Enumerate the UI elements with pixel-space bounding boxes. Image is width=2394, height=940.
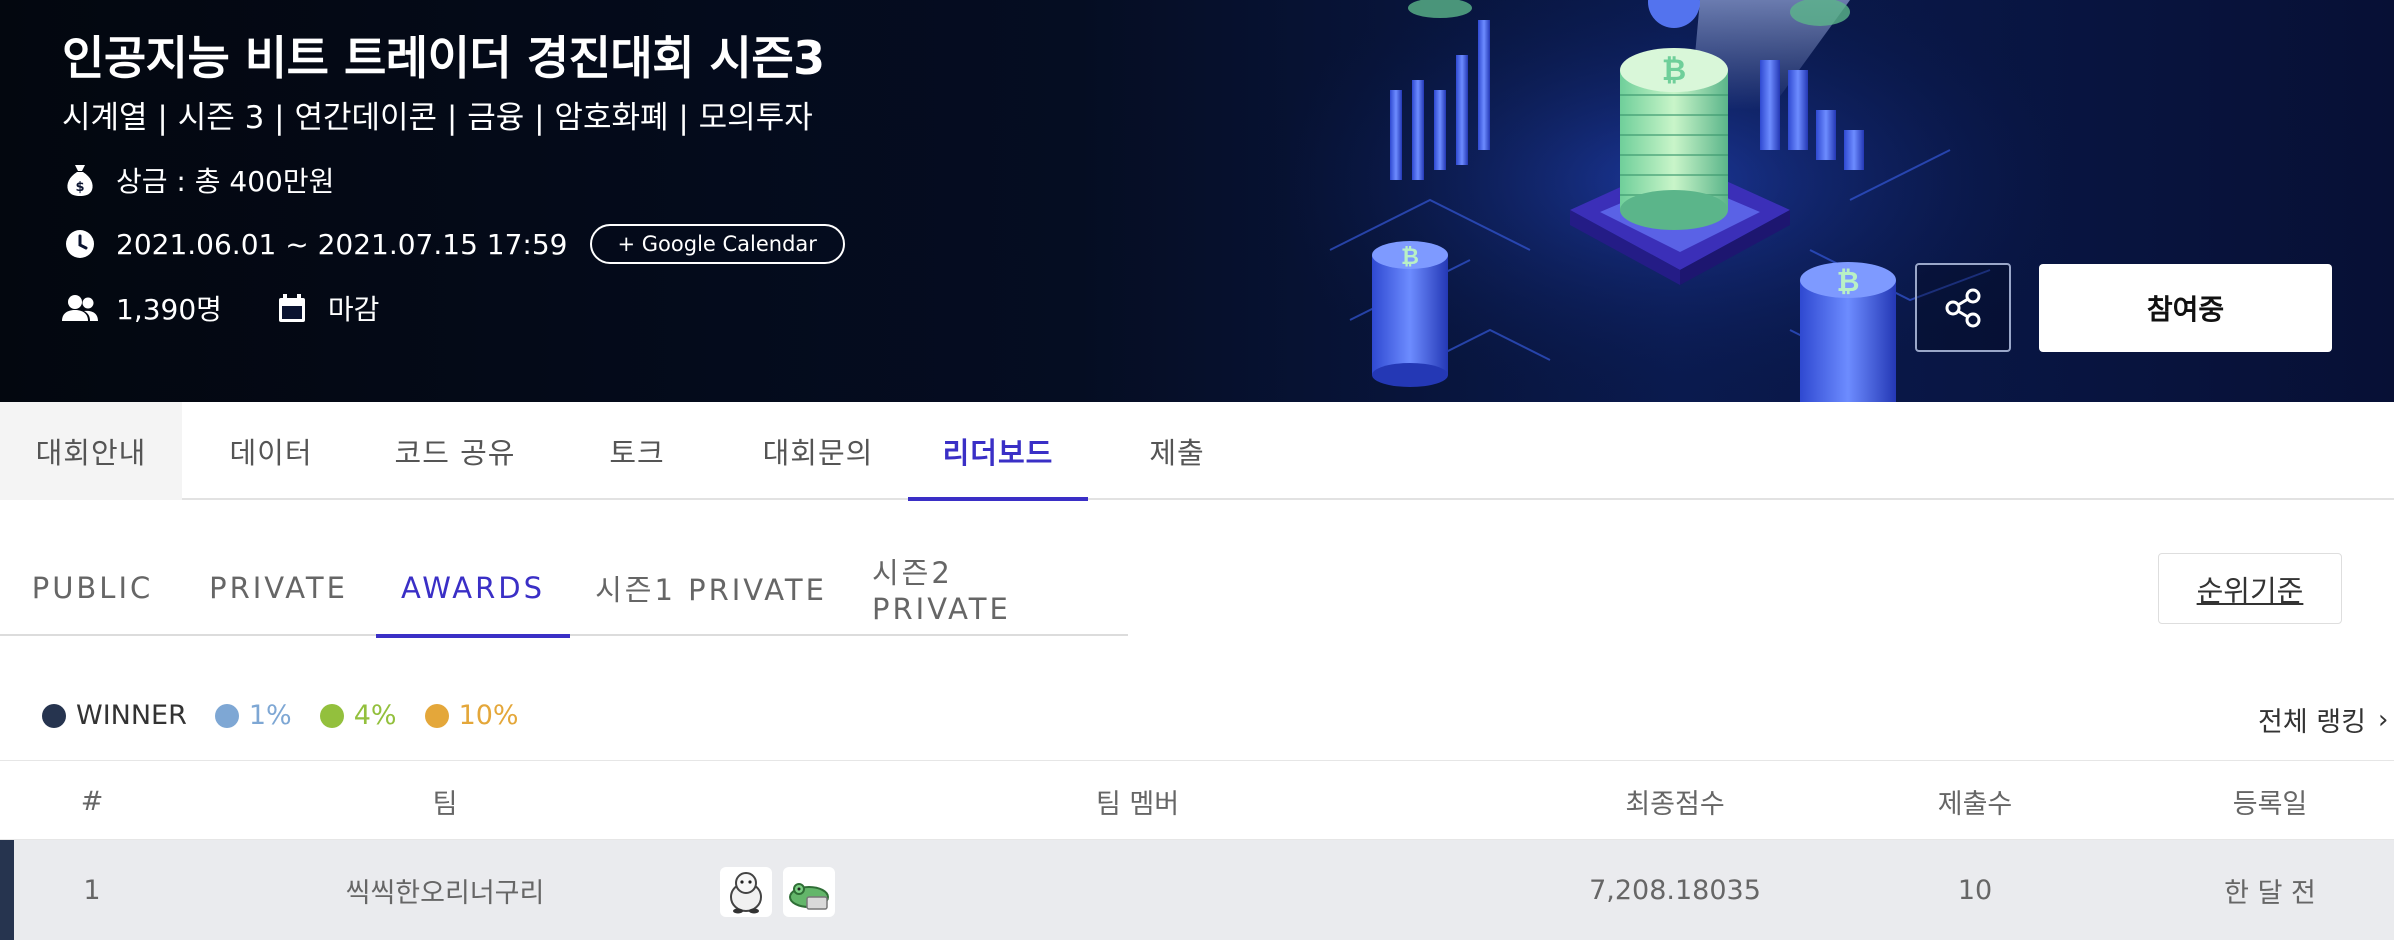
column-members: 팀 멤버 — [1095, 788, 1180, 820]
competition-status: 마감 — [327, 293, 380, 326]
svg-text:$: $ — [75, 180, 84, 195]
tab-awards[interactable]: AWARDS — [376, 540, 570, 638]
people-icon — [62, 290, 98, 326]
google-calendar-button[interactable]: + Google Calendar — [589, 224, 845, 264]
calendar-icon — [274, 290, 310, 326]
column-final-score: 최종점수 — [1625, 788, 1725, 820]
leaderboard-tabs: PUBLIC PRIVATE AWARDS 시즌1 PRIVATE 시즌2 PR… — [0, 540, 1128, 638]
competition-tabs: 대회안내 데이터 코드 공유 토크 대회문의 리더보드 제출 — [0, 402, 2394, 501]
legend-dot-winner — [42, 703, 66, 728]
column-submissions: 제출수 — [1937, 788, 2013, 820]
chevron-right-icon: › — [2377, 704, 2389, 735]
legend-label: 1% — [248, 700, 292, 731]
avatar[interactable] — [720, 867, 772, 917]
legend-1-percent: 1% — [214, 700, 292, 731]
tab-talk[interactable]: 토크 — [570, 402, 704, 500]
winner-marker — [0, 840, 14, 940]
tab-leaderboard[interactable]: 리더보드 — [908, 402, 1088, 501]
row-final-score: 7,208.18035 — [1589, 874, 1761, 906]
full-ranking-label: 전체 랭킹 — [2258, 707, 2366, 738]
legend-label: 10% — [458, 700, 519, 731]
full-ranking-link[interactable]: 전체 랭킹 › — [2258, 700, 2388, 739]
rank-basis-button[interactable]: 순위기준 — [2158, 553, 2342, 624]
tab-season1-private[interactable]: 시즌1 PRIVATE — [592, 540, 830, 636]
clock-icon — [62, 226, 98, 262]
svg-text:₿: ₿ — [1837, 265, 1860, 298]
tab-public[interactable]: PUBLIC — [20, 540, 165, 636]
period-text: 2021.06.01 ~ 2021.07.15 17:59 — [116, 227, 568, 261]
status-info: 마감 — [274, 288, 380, 328]
prize-info: $ 상금 : 총 400만원 — [62, 160, 334, 200]
row-registered-date: 한 달 전 — [2224, 877, 2316, 909]
tab-private[interactable]: PRIVATE — [200, 540, 357, 636]
row-team-name[interactable]: 씩씩한오리너구리 — [300, 840, 590, 940]
legend-label: 4% — [353, 700, 397, 731]
join-button[interactable]: 참여중 — [2039, 264, 2332, 352]
legend-winner: WINNER — [42, 700, 187, 731]
tab-inquiry[interactable]: 대회문의 — [738, 402, 898, 500]
tab-season2-private[interactable]: 시즌2 PRIVATE — [872, 540, 1100, 636]
column-registered: 등록일 — [2232, 788, 2308, 820]
legend-dot-4-percent — [319, 703, 344, 728]
legend-label: WINNER — [76, 700, 187, 731]
avatar[interactable] — [783, 867, 835, 917]
tab-competition-info[interactable]: 대회안내 — [0, 402, 182, 500]
period-info: 2021.06.01 ~ 2021.07.15 17:59 + Google C… — [62, 224, 845, 264]
column-rank: # — [80, 785, 104, 817]
row-submission-count: 10 — [1957, 874, 1993, 906]
tab-submit[interactable]: 제출 — [1110, 402, 1244, 500]
participants-info: 1,390명 마감 — [62, 288, 379, 328]
tab-data[interactable]: 데이터 — [200, 402, 342, 500]
legend-10-percent: 10% — [424, 700, 519, 731]
prize-text: 상금 : 총 400만원 — [116, 165, 335, 198]
row-rank: 1 — [83, 874, 101, 906]
leaderboard-table-header: # 팀 팀 멤버 최종점수 제출수 등록일 — [0, 760, 2394, 840]
svg-text:₿: ₿ — [1401, 245, 1419, 270]
share-button[interactable] — [1915, 263, 2011, 352]
legend-dot-10-percent — [424, 703, 449, 728]
participants-count: 1,390명 — [116, 293, 222, 326]
money-bag-icon: $ — [62, 162, 98, 198]
award-legend: WINNER 1% 4% 10% — [42, 700, 547, 731]
share-icon — [1945, 288, 1981, 327]
legend-4-percent: 4% — [319, 700, 397, 731]
tab-code-share[interactable]: 코드 공유 — [370, 402, 540, 500]
competition-banner: ₿ ₿ ₿ 인공지능 비트 트레이더 경진대회 시즌3 시계열 | 시즌 3 |… — [0, 0, 2394, 402]
competition-title: 인공지능 비트 트레이더 경진대회 시즌3 — [62, 31, 825, 85]
column-team: 팀 — [432, 788, 458, 820]
svg-text:₿: ₿ — [1662, 53, 1686, 88]
competition-tags: 시계열 | 시즌 3 | 연간데이콘 | 금융 | 암호화폐 | 모의투자 — [62, 100, 813, 136]
table-row[interactable]: 1 씩씩한오리너구리 7,208.18035 10 한 달 전 — [0, 840, 2394, 940]
legend-dot-1-percent — [214, 703, 239, 728]
